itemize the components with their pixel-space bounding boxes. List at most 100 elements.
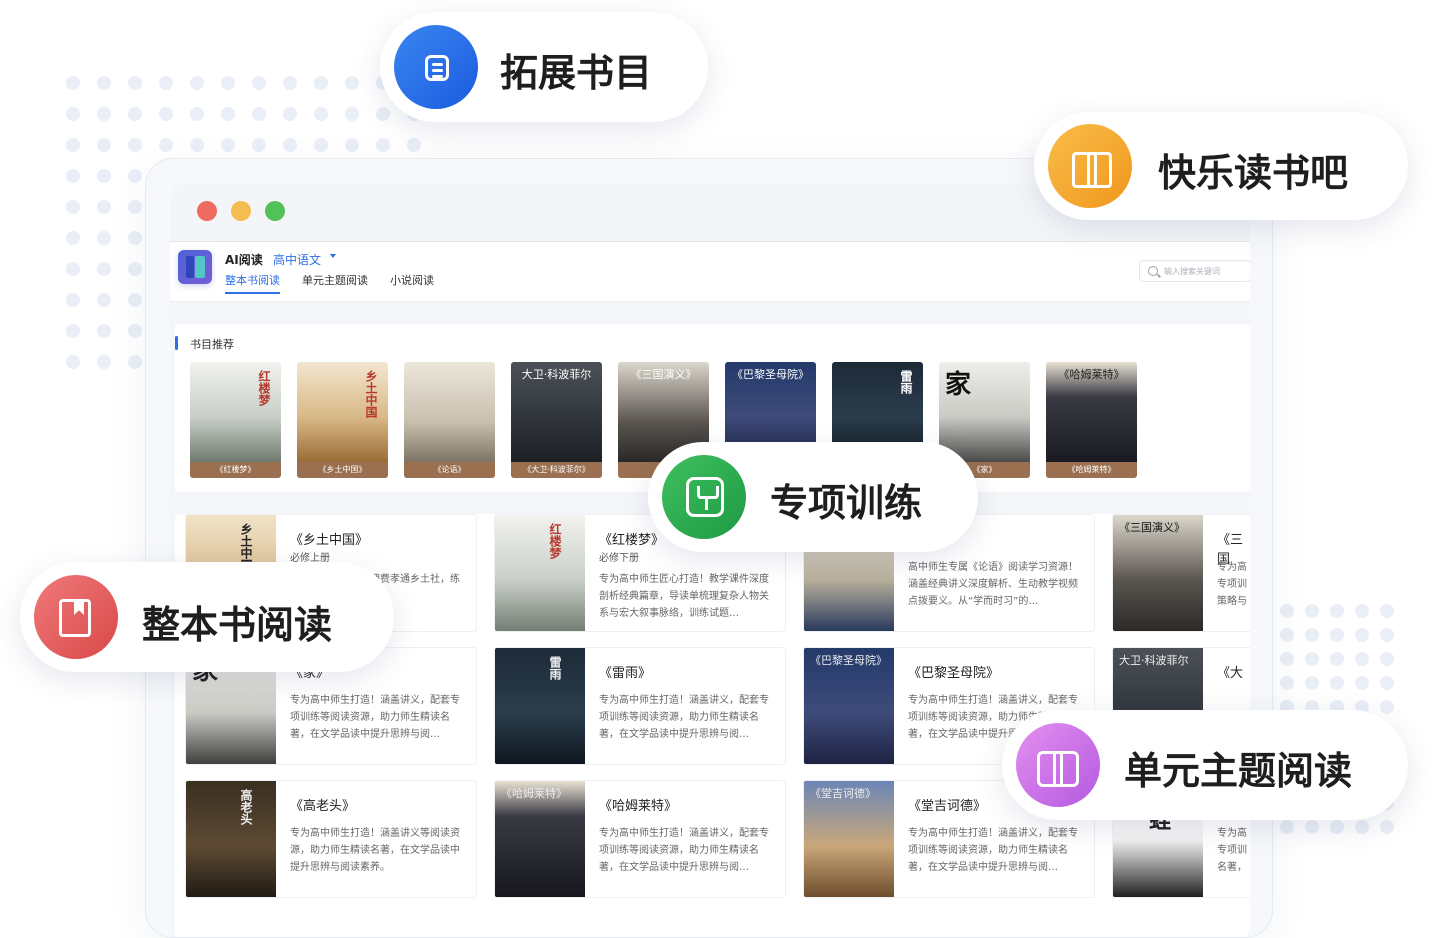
badge-special-label: 专项训练 [770, 481, 923, 525]
card-title: 《巴黎圣母院》 [908, 666, 1000, 681]
book-cover[interactable]: 《论语》 [404, 362, 495, 478]
cover-title: 《巴黎圣母院》 [732, 368, 809, 381]
book-cover[interactable]: 大卫·科波菲尔 《大卫·科波菲尔》 [511, 362, 602, 478]
dot [159, 76, 173, 90]
dot [1280, 676, 1294, 690]
dot [1280, 652, 1294, 666]
dot [128, 138, 142, 152]
dot [190, 107, 204, 121]
dot [190, 76, 204, 90]
book-card[interactable]: 《三国演义》 《三国 专为高专项训策略与 [1112, 514, 1250, 632]
book-card[interactable]: 雷雨 《雷雨》 专为高中师生打造！涵盖讲义，配套专项训练等阅读资源，助力师生精读名著… [494, 647, 786, 765]
card-description: 专为高专项训名著， [1217, 828, 1247, 873]
card-title: 《红楼梦》 [599, 533, 665, 548]
happy-icon [1048, 124, 1132, 208]
card-subtitle: 必修下册 [599, 553, 639, 564]
app-logo-icon [178, 250, 212, 284]
app-name: AI阅读 [225, 253, 263, 267]
dot [97, 324, 111, 338]
card-cover-image [495, 515, 585, 631]
cover-image [404, 362, 495, 462]
book-card[interactable]: 《哈姆莱特》 《哈姆莱特》 专为高中师生打造！涵盖讲义，配套专项训练等阅读资源，助力… [494, 780, 786, 898]
dot [1305, 628, 1319, 642]
cover-title: 家 [945, 370, 972, 400]
book-cover[interactable]: 乡土中国 《乡土中国》 [297, 362, 388, 478]
dot [1330, 820, 1344, 834]
book-cover[interactable]: 《哈姆莱特》 《哈姆莱特》 [1046, 362, 1137, 478]
dot [1380, 628, 1394, 642]
dot [66, 169, 80, 183]
app-header: AI阅读 高中语文 整本书阅读 单元主题阅读 小说阅读 输入搜索关键词 [170, 242, 1250, 302]
card-description: 专为高中师生打造！涵盖讲义，配套专项训练等阅读资源，助力师生精读名著，在文学品读… [290, 695, 460, 740]
tab-novel[interactable]: 小说阅读 [390, 272, 434, 294]
dot [283, 107, 297, 121]
card-title: 《高老头》 [290, 799, 356, 814]
unit-icon [1016, 723, 1100, 807]
dot [97, 138, 111, 152]
card-description: 专为高中师生打造！涵盖讲义等阅读资源，助力师生精读名著，在文学品读中提升思辨与阅… [290, 828, 460, 873]
badge-unit[interactable]: 单元主题阅读 [1002, 710, 1408, 820]
book-icon [1070, 152, 1114, 188]
cover-title: 大卫·科波菲尔 [521, 368, 592, 381]
cube-icon [686, 477, 724, 517]
dot [1330, 676, 1344, 690]
dot [314, 107, 328, 121]
card-title: 《哈姆莱特》 [599, 799, 678, 814]
subject-selector[interactable]: 高中语文 [273, 251, 321, 268]
dot [1355, 820, 1369, 834]
dot [345, 76, 359, 90]
dot [283, 76, 297, 90]
dot [128, 293, 142, 307]
close-light[interactable] [197, 201, 217, 221]
minimize-light[interactable] [231, 201, 251, 221]
bookmark-icon [59, 599, 91, 637]
tab-unit-theme[interactable]: 单元主题阅读 [302, 272, 368, 294]
card-title: 《乡土中国》 [290, 533, 369, 548]
whole-icon [34, 575, 118, 659]
dot [128, 262, 142, 276]
cover-caption: 《大卫·科波菲尔》 [511, 462, 602, 478]
badge-happy[interactable]: 快乐读书吧 [1034, 112, 1408, 220]
nav-tabs: 整本书阅读 单元主题阅读 小说阅读 [225, 272, 434, 294]
tab-whole-book[interactable]: 整本书阅读 [225, 272, 280, 294]
section-marker [175, 336, 178, 350]
card-cover-image [186, 781, 276, 897]
card-cover-title: 《巴黎圣母院》 [810, 654, 887, 667]
card-cover-title: 《堂吉诃德》 [810, 787, 876, 800]
dot [1305, 604, 1319, 618]
search-input[interactable]: 输入搜索关键词 [1139, 260, 1250, 282]
dot [97, 293, 111, 307]
dot [128, 231, 142, 245]
dot [66, 138, 80, 152]
badge-whole[interactable]: 整本书阅读 [20, 562, 394, 672]
dot [128, 169, 142, 183]
badge-extended-label: 拓展书目 [500, 51, 653, 95]
dot [97, 200, 111, 214]
maximize-light[interactable] [265, 201, 285, 221]
dot [1305, 652, 1319, 666]
dot [1305, 676, 1319, 690]
dot [283, 138, 297, 152]
card-cover-title: 雷雨 [548, 656, 562, 680]
card-title: 《堂吉诃德》 [908, 799, 987, 814]
card-description: 专为高中师生匠心打造！教学课件深度剖析经典篇章，导读单梳理复杂人物关系与宏大叙事… [599, 574, 769, 619]
caret-down-icon[interactable] [330, 254, 336, 258]
cover-caption: 《论语》 [404, 462, 495, 478]
cover-title: 《三国演义》 [630, 368, 697, 381]
card-title: 《大 [1217, 666, 1244, 681]
dot [1355, 652, 1369, 666]
book-cover[interactable]: 红楼梦 《红楼梦》 [190, 362, 281, 478]
dot [252, 138, 266, 152]
dot [66, 262, 80, 276]
book-card[interactable]: 高老头 《高老头》 专为高中师生打造！涵盖讲义等阅读资源，助力师生精读名著，在文学品… [185, 780, 477, 898]
dot [97, 169, 111, 183]
dot [128, 107, 142, 121]
dot [1355, 676, 1369, 690]
dot [314, 76, 328, 90]
card-cover-image [495, 648, 585, 764]
badge-special[interactable]: 专项训练 [648, 442, 978, 552]
dot [1380, 700, 1394, 714]
special-icon [662, 455, 746, 539]
recommend-title: 书目推荐 [190, 338, 234, 351]
badge-extended[interactable]: 拓展书目 [380, 12, 708, 122]
